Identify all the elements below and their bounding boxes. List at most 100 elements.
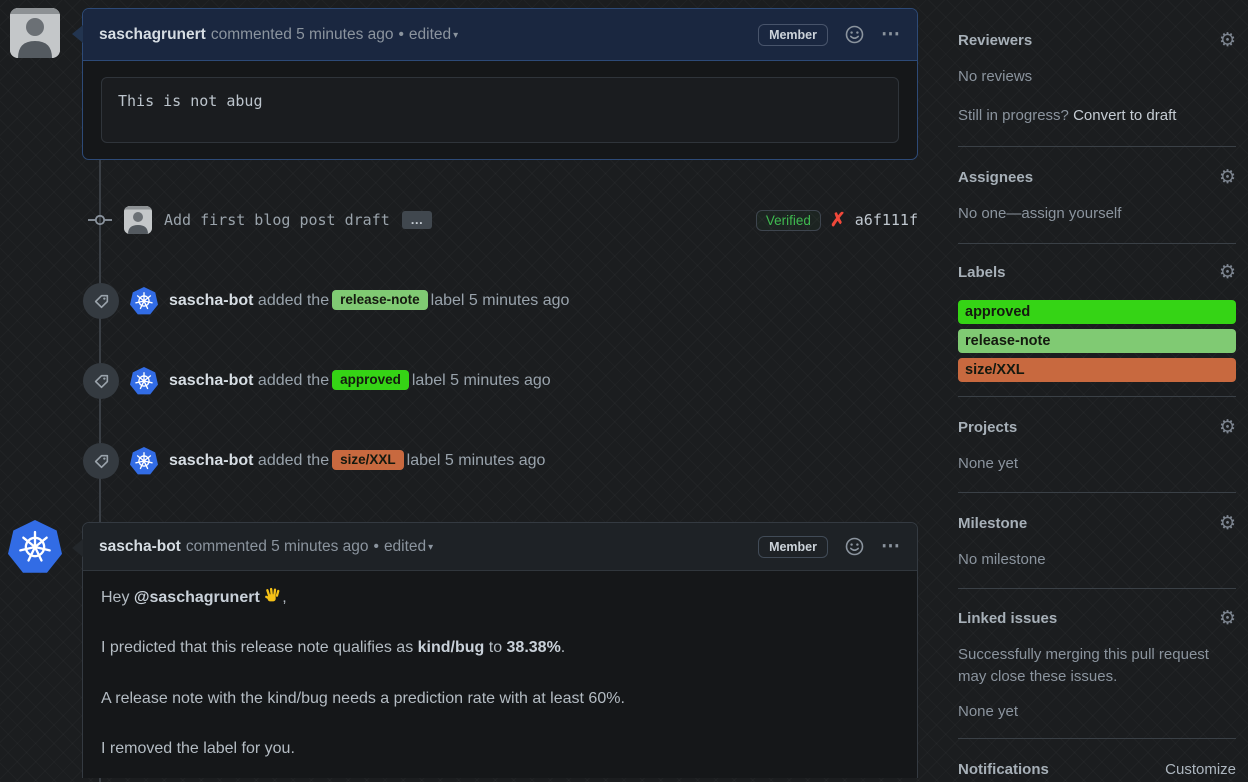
- pull-request-page: saschagrunert commented 5 minutes ago • …: [0, 0, 1248, 782]
- reviewers-title: Reviewers ⚙: [958, 29, 1236, 51]
- comment-body: This is not abug: [83, 61, 917, 159]
- linked-issues-empty: None yet: [958, 703, 1019, 720]
- sascha-bot-avatar[interactable]: [130, 367, 158, 395]
- reviewers-section: Reviewers ⚙ No reviews Still in progress?…: [958, 29, 1236, 127]
- commit-author-avatar[interactable]: [124, 206, 152, 234]
- assignees-empty: No one—assign yourself: [958, 205, 1122, 222]
- comment-header: sascha-bot commented 5 minutes ago • edi…: [72, 523, 917, 571]
- label-event-approved: sascha-bot added the approved label 5 minu…: [83, 363, 913, 399]
- notifications-section: Notifications Customize: [958, 761, 1236, 778]
- kebab-menu-button[interactable]: ⋯: [881, 25, 901, 44]
- event-icon-circle: [83, 443, 119, 479]
- sascha-bot-avatar[interactable]: [130, 287, 158, 315]
- commit-message-link[interactable]: Add first blog post draft: [164, 211, 390, 229]
- chevron-down-icon: ▾: [428, 541, 434, 553]
- code-block: This is not abug: [101, 77, 899, 143]
- projects-title: Projects ⚙: [958, 416, 1236, 438]
- bullet: •: [398, 25, 404, 43]
- divider: [958, 146, 1236, 147]
- divider: [958, 243, 1236, 244]
- requirement-paragraph: A release note with the kind/bug needs a…: [101, 689, 625, 707]
- label-event-release-note: sascha-bot added the release-note label 5 …: [83, 283, 913, 319]
- member-badge: Member: [758, 23, 828, 46]
- emoji-reaction-button[interactable]: [845, 537, 864, 556]
- projects-empty: None yet: [958, 455, 1019, 472]
- label-chip[interactable]: release-note: [332, 290, 428, 310]
- customize-link[interactable]: Customize: [1165, 761, 1236, 778]
- gear-icon[interactable]: ⚙: [1219, 261, 1236, 283]
- kebab-menu-button[interactable]: ⋯: [881, 537, 901, 556]
- reviewers-hint: Still in progress? Convert to draft: [958, 107, 1177, 124]
- tag-icon: [94, 374, 108, 388]
- linked-issues-title: Linked issues ⚙: [958, 607, 1236, 629]
- milestone-empty: No milestone: [958, 551, 1046, 568]
- gear-icon[interactable]: ⚙: [1219, 512, 1236, 534]
- sidebar-label-approved[interactable]: approved: [958, 300, 1236, 324]
- assignees-title: Assignees ⚙: [958, 166, 1236, 188]
- comment-author-link[interactable]: saschagrunert: [99, 26, 206, 44]
- divider: [958, 396, 1236, 397]
- waving-hand-emoji: [264, 587, 282, 605]
- label-chip[interactable]: size/XXL: [332, 450, 404, 470]
- event-actor-link[interactable]: sascha-bot: [169, 452, 253, 469]
- sascha-bot-avatar[interactable]: [130, 447, 158, 475]
- label-event-size-xxl: sascha-bot added the size/XXL label 5 minu…: [83, 443, 913, 479]
- comment-sascha-bot: sascha-bot commented 5 minutes ago • edi…: [72, 522, 918, 778]
- tag-icon: [94, 294, 108, 308]
- label-chip[interactable]: approved: [332, 370, 409, 390]
- divider: [958, 492, 1236, 493]
- event-icon-circle: [83, 363, 119, 399]
- comment-timestamp: commented 5 minutes ago: [210, 25, 394, 43]
- convert-to-draft-link[interactable]: Convert to draft: [1073, 107, 1176, 124]
- projects-section: Projects ⚙ None yet: [958, 416, 1236, 475]
- edited-dropdown[interactable]: edited ▾: [409, 26, 458, 44]
- gear-icon[interactable]: ⚙: [1219, 166, 1236, 188]
- reviewers-empty: No reviews: [958, 68, 1033, 85]
- comment-body: Hey @saschagrunert , I predicted that th…: [83, 571, 917, 761]
- gear-icon[interactable]: ⚙: [1219, 29, 1236, 51]
- divider: [958, 738, 1236, 739]
- sidebar-label-release-note[interactable]: release-note: [958, 329, 1236, 353]
- prediction-paragraph: I predicted that this release note quali…: [101, 639, 566, 657]
- removed-label-paragraph: I removed the label for you.: [101, 740, 295, 758]
- bullet: •: [373, 537, 379, 555]
- smiley-icon: [845, 537, 864, 556]
- notifications-title: Notifications: [958, 761, 1049, 778]
- assign-yourself-link[interactable]: assign yourself: [1021, 205, 1121, 222]
- git-commit-icon: [88, 212, 112, 228]
- avatar-saschagrunert[interactable]: [10, 8, 60, 58]
- emoji-reaction-button[interactable]: [845, 25, 864, 44]
- gear-icon[interactable]: ⚙: [1219, 416, 1236, 438]
- event-icon-circle: [83, 283, 119, 319]
- pr-sidebar: Reviewers ⚙ No reviews Still in progress?…: [958, 0, 1236, 782]
- comment-timestamp: commented 5 minutes ago: [185, 537, 369, 555]
- status-failed-x-icon[interactable]: ✗: [830, 209, 846, 232]
- verified-badge[interactable]: Verified: [755, 209, 821, 231]
- mention-link[interactable]: @saschagrunert: [134, 589, 260, 606]
- commit-event: Add first blog post draft … Verified ✗ a…: [88, 203, 918, 237]
- linked-issues-desc: Successfully merging this pull request m…: [958, 646, 1209, 685]
- divider: [958, 588, 1236, 589]
- comment-author-link[interactable]: sascha-bot: [99, 538, 181, 556]
- edited-dropdown[interactable]: edited ▾: [384, 538, 433, 556]
- greeting-paragraph: Hey @saschagrunert ,: [101, 587, 287, 606]
- avatar-sascha-bot-kubernetes-logo[interactable]: [8, 520, 62, 573]
- tag-icon: [94, 454, 108, 468]
- commit-hash-link[interactable]: a6f111f: [855, 211, 918, 229]
- gear-icon[interactable]: ⚙: [1219, 607, 1236, 629]
- smiley-icon: [845, 25, 864, 44]
- labels-title: Labels ⚙: [958, 261, 1236, 283]
- comment-saschagrunert: saschagrunert commented 5 minutes ago • …: [72, 8, 918, 160]
- event-actor-link[interactable]: sascha-bot: [169, 292, 253, 309]
- assignees-section: Assignees ⚙ No one—assign yourself: [958, 166, 1236, 225]
- milestone-section: Milestone ⚙ No milestone: [958, 512, 1236, 571]
- comment-header: saschagrunert commented 5 minutes ago • …: [72, 9, 917, 61]
- chevron-down-icon: ▾: [453, 29, 459, 41]
- commit-expand-button[interactable]: …: [401, 211, 432, 229]
- linked-issues-section: Linked issues ⚙ Successfully merging this…: [958, 607, 1236, 723]
- sidebar-label-size-xxl[interactable]: size/XXL: [958, 358, 1236, 382]
- milestone-title: Milestone ⚙: [958, 512, 1236, 534]
- labels-section: Labels ⚙ approved release-note size/XXL: [958, 261, 1236, 382]
- event-actor-link[interactable]: sascha-bot: [169, 372, 253, 389]
- member-badge: Member: [758, 535, 828, 558]
